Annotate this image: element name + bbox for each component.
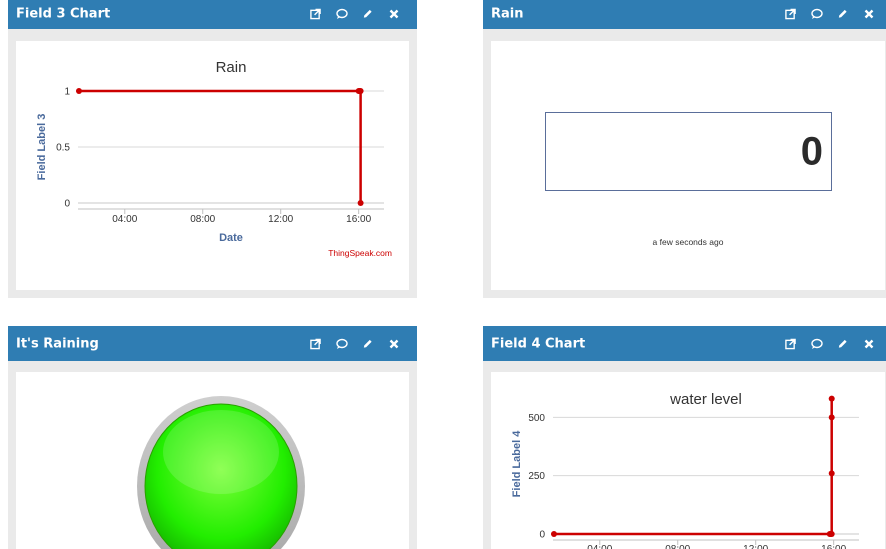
line-chart: water level 0 250 500 04:00 08:00 12:00 16:00 Fi… <box>511 391 859 549</box>
y-tick-label: 0.5 <box>56 143 70 154</box>
x-tick-label: 04:00 <box>112 214 137 225</box>
x-tick-label: 08:00 <box>190 214 215 225</box>
field4-chart-widget: Field 4 Chart water level 0 250 500 04:00 08:… <box>483 326 886 549</box>
chart-title: Rain <box>216 59 247 76</box>
data-point[interactable] <box>357 88 364 94</box>
data-point[interactable] <box>75 88 82 94</box>
lamp-panel <box>16 372 409 549</box>
data-point[interactable] <box>550 531 557 537</box>
last-update-time: a few seconds ago <box>652 237 724 247</box>
y-axis-title: Field Label 4 <box>511 430 523 498</box>
external-link-icon[interactable] <box>785 8 796 19</box>
pencil-icon[interactable] <box>362 338 373 349</box>
widget-title: Field 3 Chart <box>16 6 111 21</box>
raining-lamp-widget: It's Raining <box>8 326 417 549</box>
lamp-indicator <box>137 396 305 549</box>
close-icon[interactable] <box>864 9 874 19</box>
chart-title: water level <box>669 391 742 408</box>
widget-header: It's Raining <box>8 326 417 361</box>
series-line <box>554 398 833 536</box>
close-icon[interactable] <box>389 339 399 349</box>
numeric-panel: 0 a few seconds ago <box>491 41 885 290</box>
external-link-icon[interactable] <box>785 338 796 349</box>
y-tick-label: 0 <box>64 199 70 210</box>
widget-header: Field 3 Chart <box>8 0 417 29</box>
y-tick-label: 500 <box>528 413 545 424</box>
x-tick-label: 16:00 <box>821 544 846 549</box>
y-tick-label: 0 <box>539 530 545 541</box>
y-axis-title: Field Label 3 <box>36 114 48 181</box>
data-point[interactable] <box>828 395 835 402</box>
comment-icon[interactable] <box>811 338 823 349</box>
comment-icon[interactable] <box>336 8 348 19</box>
widget-header: Field 4 Chart <box>483 326 886 361</box>
x-axis-title: Date <box>219 232 243 244</box>
x-tick-label: 12:00 <box>268 214 293 225</box>
x-tick-label: 12:00 <box>743 544 768 549</box>
pencil-icon[interactable] <box>837 338 848 349</box>
widget-title: Rain <box>491 6 524 21</box>
widget-tools <box>304 0 412 29</box>
numeric-display: 0 <box>545 112 832 191</box>
x-tick-label: 04:00 <box>587 544 612 549</box>
chart-panel: water level 0 250 500 04:00 08:00 12:00 16:00 Fi… <box>491 372 885 549</box>
data-point[interactable] <box>828 470 835 477</box>
widget-title: It's Raining <box>16 336 99 351</box>
data-point[interactable] <box>357 200 364 206</box>
numeric-value: 0 <box>800 129 823 173</box>
external-link-icon[interactable] <box>310 8 321 19</box>
y-tick-label: 250 <box>528 471 545 482</box>
chart-credit-link[interactable]: ThingSpeak.com <box>328 248 392 258</box>
close-icon[interactable] <box>864 339 874 349</box>
external-link-icon[interactable] <box>310 338 321 349</box>
data-point[interactable] <box>828 531 835 537</box>
field3-chart-widget: Field 3 Chart Rain 0 0.5 1 04:00 08:00 12:00 16… <box>8 0 417 298</box>
lamp-highlight <box>163 410 279 494</box>
data-point[interactable] <box>828 414 835 421</box>
chart-panel: Rain 0 0.5 1 04:00 08:00 12:00 16:00 Date Field L… <box>16 41 409 290</box>
close-icon[interactable] <box>389 9 399 19</box>
rain-numeric-widget: Rain 0 a few seconds ago <box>483 0 886 298</box>
widget-title: Field 4 Chart <box>491 336 586 351</box>
comment-icon[interactable] <box>811 8 823 19</box>
x-tick-label: 08:00 <box>665 544 690 549</box>
widget-tools <box>779 0 886 29</box>
comment-icon[interactable] <box>336 338 348 349</box>
pencil-icon[interactable] <box>837 8 848 19</box>
widget-tools <box>779 326 886 361</box>
pencil-icon[interactable] <box>362 8 373 19</box>
x-tick-label: 16:00 <box>346 214 371 225</box>
line-chart: Rain 0 0.5 1 04:00 08:00 12:00 16:00 Date Field L… <box>36 59 392 258</box>
y-tick-label: 1 <box>64 87 70 98</box>
widget-header: Rain <box>483 0 886 29</box>
widget-tools <box>304 326 412 361</box>
